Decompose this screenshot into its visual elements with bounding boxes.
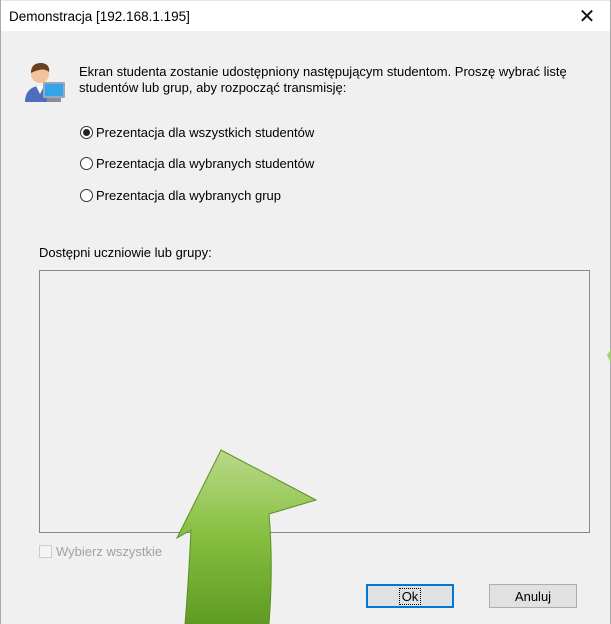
option-selected-groups[interactable]: Prezentacja dla wybranych grup bbox=[80, 186, 281, 204]
radio-button[interactable] bbox=[80, 125, 93, 139]
option-selected-students[interactable]: Prezentacja dla wybranych studentów bbox=[80, 154, 314, 172]
student-computer-icon bbox=[25, 63, 65, 102]
radio-button[interactable] bbox=[80, 156, 93, 170]
ok-label: Ok bbox=[398, 587, 422, 605]
title-bar[interactable]: Demonstracja [192.168.1.195] ✕ bbox=[1, 0, 610, 31]
cancel-button[interactable]: Anuluj bbox=[489, 584, 577, 608]
option-all-students[interactable]: Prezentacja dla wszystkich studentów bbox=[80, 123, 314, 141]
window-title: Demonstracja [192.168.1.195] bbox=[9, 9, 190, 24]
available-list-label: Dostępni uczniowie lub grupy: bbox=[39, 245, 212, 260]
cancel-label: Anuluj bbox=[514, 588, 552, 604]
checkbox[interactable] bbox=[39, 545, 52, 558]
option-label: Prezentacja dla wszystkich studentów bbox=[96, 124, 315, 140]
option-label: Prezentacja dla wybranych studentów bbox=[96, 155, 315, 171]
select-all-checkbox[interactable]: Wybierz wszystkie bbox=[39, 544, 162, 559]
demonstration-dialog: Demonstracja [192.168.1.195] ✕ Ekran stu… bbox=[0, 0, 611, 624]
select-all-label: Wybierz wszystkie bbox=[56, 544, 163, 559]
option-label: Prezentacja dla wybranych grup bbox=[96, 187, 281, 203]
info-text: Ekran studenta zostanie udostępniony nas… bbox=[79, 64, 567, 95]
close-icon: ✕ bbox=[578, 5, 596, 28]
ok-button[interactable]: Ok bbox=[366, 584, 454, 608]
radio-button[interactable] bbox=[80, 188, 93, 202]
available-students-list[interactable] bbox=[39, 270, 590, 533]
close-button[interactable]: ✕ bbox=[564, 1, 610, 31]
